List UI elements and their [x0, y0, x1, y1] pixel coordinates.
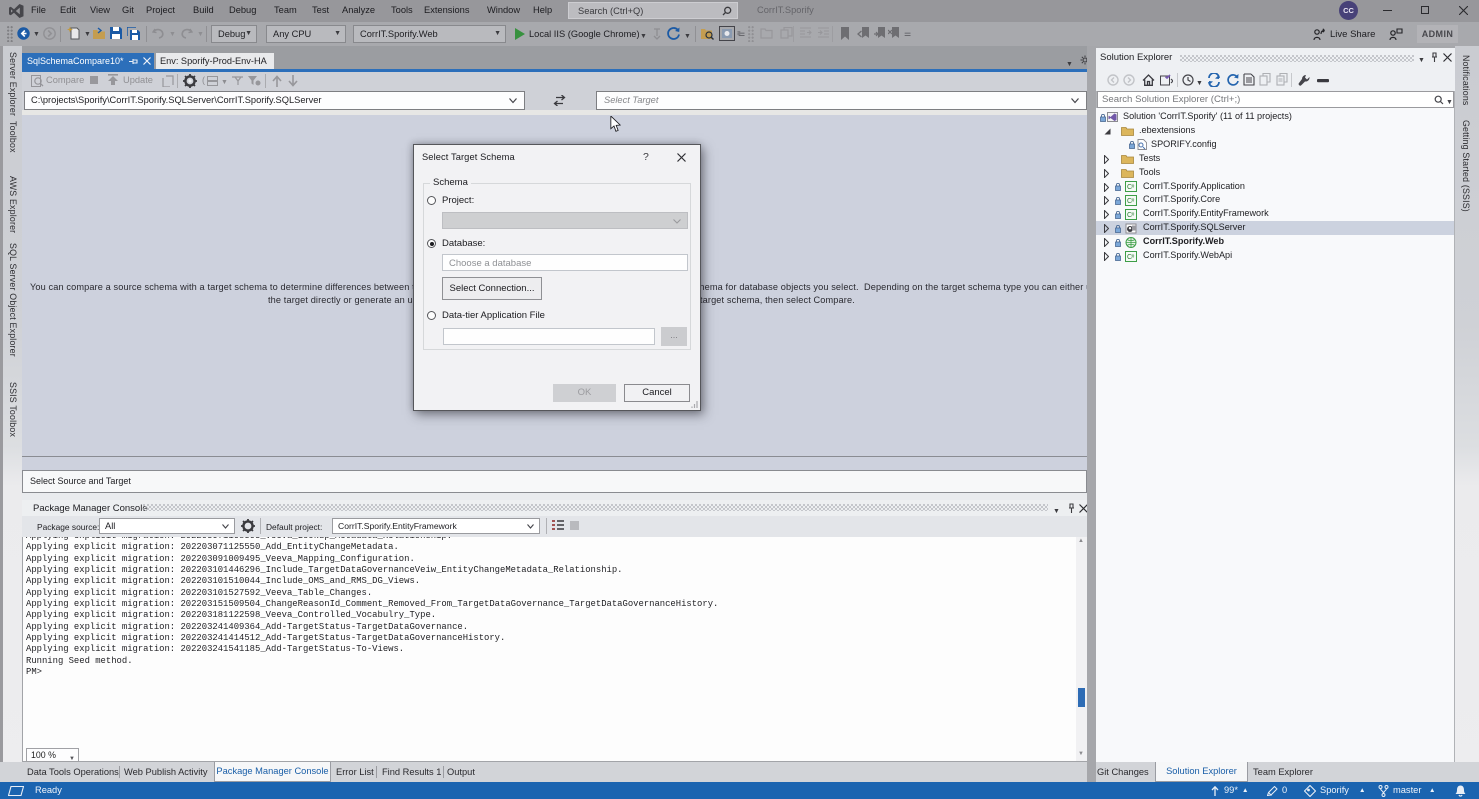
svg-text:#: # — [1132, 254, 1135, 260]
svg-text:#: # — [1132, 212, 1135, 218]
svg-text:#: # — [1132, 184, 1135, 190]
svg-text:#: # — [1132, 198, 1135, 204]
